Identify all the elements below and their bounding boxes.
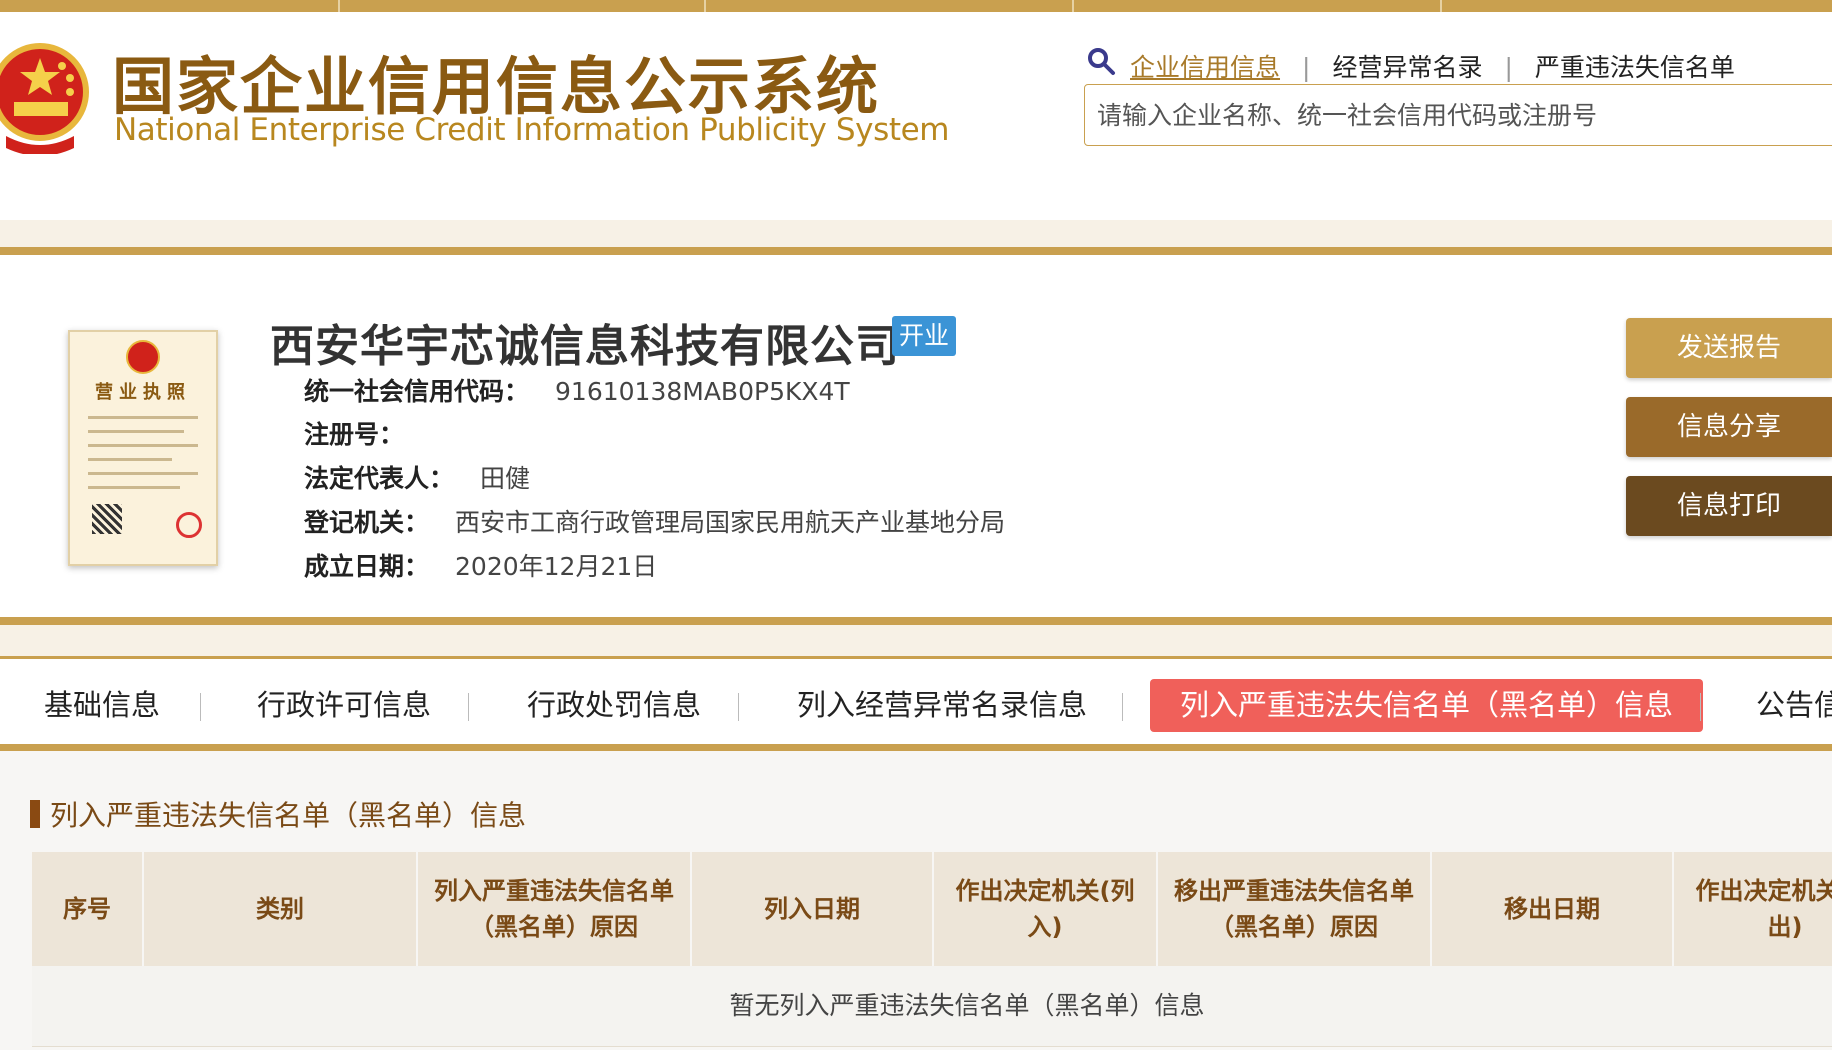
search-icon[interactable] (1086, 46, 1116, 76)
column-header: 列入日期 (692, 852, 934, 966)
table-body: 暂无列入严重违法失信名单（黑名单）信息 (32, 966, 1832, 1047)
license-line (88, 430, 184, 433)
column-header: 列入严重违法失信名单（黑名单）原因 (418, 852, 692, 966)
tab-abnormal-list[interactable]: 列入经营异常名录信息 (797, 679, 1087, 732)
field-label: 注册号： (304, 420, 405, 449)
nav-link-abnormal-list[interactable]: 经营异常名录 (1332, 48, 1482, 84)
send-report-button[interactable]: 发送报告 (1626, 318, 1832, 378)
seal-icon (176, 512, 202, 538)
info-reg-authority: 登记机关： 西安市工商行政管理局国家民用航天产业基地分局 (304, 503, 1005, 539)
license-line (88, 444, 198, 447)
site-subtitle: National Enterprise Credit Information P… (114, 112, 950, 148)
divider-band (0, 617, 1832, 659)
strip-divider (1072, 0, 1074, 12)
tab-blacklist[interactable]: 列入严重违法失信名单（黑名单）信息 (1150, 679, 1704, 732)
column-header: 序号 (32, 852, 144, 966)
tab-admin-permit[interactable]: 行政许可信息 (257, 679, 431, 732)
column-header: 移出日期 (1432, 852, 1674, 966)
business-license-image[interactable]: 营业执照 (68, 330, 218, 566)
nav-separator: | (1302, 53, 1311, 82)
print-info-button[interactable]: 信息打印 (1626, 476, 1832, 536)
section-marker (30, 800, 40, 828)
tab-separator (200, 693, 201, 721)
license-emblem-icon (126, 340, 160, 374)
info-founded-date: 成立日期： 2020年12月21日 (304, 547, 657, 583)
top-strip (0, 0, 1832, 12)
strip-divider (1440, 0, 1442, 12)
company-name: 西安华宇芯诚信息科技有限公司 (270, 321, 900, 372)
license-title: 营业执照 (95, 382, 191, 403)
field-label: 登记机关： (304, 508, 430, 537)
tab-basic-info[interactable]: 基础信息 (44, 679, 160, 732)
empty-message: 暂无列入严重违法失信名单（黑名单）信息 (729, 991, 1205, 1020)
column-header: 作出决定机关(移出) (1674, 852, 1832, 966)
nav-separator: | (1504, 53, 1513, 82)
license-line (88, 416, 198, 419)
info-reg-number: 注册号： (304, 415, 430, 451)
field-value: 2020年12月21日 (455, 552, 658, 581)
national-emblem-icon (0, 43, 89, 154)
column-header: 类别 (144, 852, 418, 966)
column-header: 移出严重违法失信名单（黑名单）原因 (1158, 852, 1432, 966)
nav-link-blacklist[interactable]: 严重违法失信名单 (1535, 48, 1735, 84)
tab-separator (468, 693, 469, 721)
info-credit-code: 统一社会信用代码： 91610138MAB0P5KX4T (304, 372, 850, 408)
field-label: 成立日期： (304, 552, 430, 581)
tab-bar: 基础信息 行政许可信息 行政处罚信息 列入经营异常名录信息 列入严重违法失信名单… (0, 659, 1832, 751)
nav-link-credit-info[interactable]: 企业信用信息 (1130, 48, 1280, 84)
info-legal-rep: 法定代表人： 田健 (304, 459, 530, 495)
license-line (88, 486, 180, 489)
strip-divider (338, 0, 340, 12)
qr-code-icon (92, 504, 122, 534)
share-info-button[interactable]: 信息分享 (1626, 397, 1832, 457)
header-nav: 企业信用信息 | 经营异常名录 | 严重违法失信名单 (1130, 48, 1735, 84)
license-line (88, 458, 172, 461)
divider-band (0, 220, 1832, 255)
search-input[interactable] (1084, 84, 1832, 146)
status-badge: 开业 (892, 316, 956, 356)
tab-admin-penalty[interactable]: 行政处罚信息 (527, 679, 701, 732)
column-header: 作出决定机关(列入) (934, 852, 1158, 966)
strip-divider (704, 0, 706, 12)
table-header: 序号 类别 列入严重违法失信名单（黑名单）原因 列入日期 作出决定机关(列入) … (32, 852, 1832, 966)
tab-separator (1122, 693, 1123, 721)
field-value: 西安市工商行政管理局国家民用航天产业基地分局 (455, 508, 1006, 537)
field-value: 91610138MAB0P5KX4T (555, 377, 850, 406)
field-label: 法定代表人： (304, 464, 455, 493)
field-label: 统一社会信用代码： (304, 377, 530, 406)
tab-separator (1700, 693, 1701, 721)
tab-announcement[interactable]: 公告信 (1756, 679, 1832, 732)
tab-separator (738, 693, 739, 721)
license-line (88, 472, 198, 475)
field-value: 田健 (480, 464, 531, 493)
section-title: 列入严重违法失信名单（黑名单）信息 (50, 799, 527, 832)
